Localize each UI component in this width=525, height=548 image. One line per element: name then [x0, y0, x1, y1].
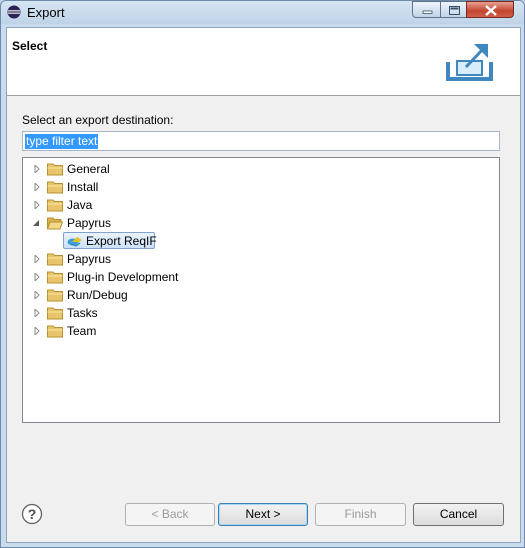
minimize-icon [422, 10, 433, 14]
tree-item-papyrus[interactable]: Papyrus [23, 250, 323, 268]
collapse-arrow-icon[interactable] [32, 219, 40, 227]
svg-text:?: ? [28, 506, 37, 522]
maximize-icon [449, 6, 460, 15]
expand-arrow-icon[interactable] [33, 309, 41, 317]
expand-arrow-icon[interactable] [33, 291, 41, 299]
folder-icon [47, 307, 63, 320]
tree-item-papyrus-expanded[interactable]: Papyrus [23, 214, 323, 232]
folder-icon [47, 289, 63, 302]
export-wizard-icon [444, 38, 496, 84]
tree-item-general[interactable]: General [23, 160, 323, 178]
cancel-button[interactable]: Cancel [413, 503, 504, 526]
tree-item-team[interactable]: Team [23, 322, 323, 340]
help-icon[interactable]: ? [21, 503, 43, 525]
destination-label: Select an export destination: [22, 113, 174, 127]
expand-arrow-icon[interactable] [33, 183, 41, 191]
page-title: Select [12, 39, 48, 53]
close-icon [485, 5, 497, 16]
tree-item-label: Run/Debug [67, 288, 128, 302]
expand-arrow-icon[interactable] [33, 273, 41, 281]
expand-arrow-icon[interactable] [33, 255, 41, 263]
expand-arrow-icon[interactable] [33, 165, 41, 173]
folder-icon [47, 163, 63, 176]
finish-button[interactable]: Finish [315, 503, 406, 526]
reqif-export-icon [67, 237, 82, 247]
folder-icon [47, 325, 63, 338]
tree-item-plugin-development[interactable]: Plug-in Development [23, 268, 323, 286]
folder-icon [47, 181, 63, 194]
tree-item-label: Install [67, 180, 99, 194]
tree-item-label: Papyrus [67, 216, 112, 230]
dialog-body: Select Select an export destination: typ… [6, 27, 521, 543]
filter-input[interactable]: type filter text [22, 131, 500, 151]
tree-item-label: Java [67, 198, 93, 212]
folder-icon [47, 253, 63, 266]
tree-item-java[interactable]: Java [23, 196, 323, 214]
tree-item-label: Plug-in Development [67, 270, 179, 284]
export-dialog: Export Select Select an export destinati… [0, 0, 525, 548]
expand-arrow-icon[interactable] [33, 327, 41, 335]
maximize-button[interactable] [440, 1, 467, 18]
tree-item-tasks[interactable]: Tasks [23, 304, 323, 322]
tree-item-label: Team [67, 324, 97, 338]
tree-item-export-reqif[interactable]: Export ReqIF [23, 232, 323, 250]
tree-item-label: General [67, 162, 110, 176]
tree-item-install[interactable]: Install [23, 178, 323, 196]
filter-text: type filter text [25, 134, 99, 149]
window-title: Export [27, 5, 65, 20]
tree-item-label: Export ReqIF [86, 234, 157, 248]
back-button[interactable]: < Back [125, 503, 215, 526]
destination-tree[interactable]: General Install Java Papyrus Export ReqI… [22, 157, 500, 423]
folder-icon [47, 199, 63, 212]
wizard-header: Select [7, 28, 520, 96]
tree-item-run-debug[interactable]: Run/Debug [23, 286, 323, 304]
close-button[interactable] [466, 1, 514, 18]
folder-icon [47, 271, 63, 284]
eclipse-icon [7, 5, 21, 19]
title-bar[interactable]: Export [1, 1, 524, 24]
next-button[interactable]: Next > [218, 503, 308, 526]
expand-arrow-icon[interactable] [33, 201, 41, 209]
tree-item-label: Tasks [67, 306, 98, 320]
tree-item-label: Papyrus [67, 252, 112, 266]
folder-open-icon [47, 217, 63, 230]
minimize-button[interactable] [412, 1, 441, 18]
